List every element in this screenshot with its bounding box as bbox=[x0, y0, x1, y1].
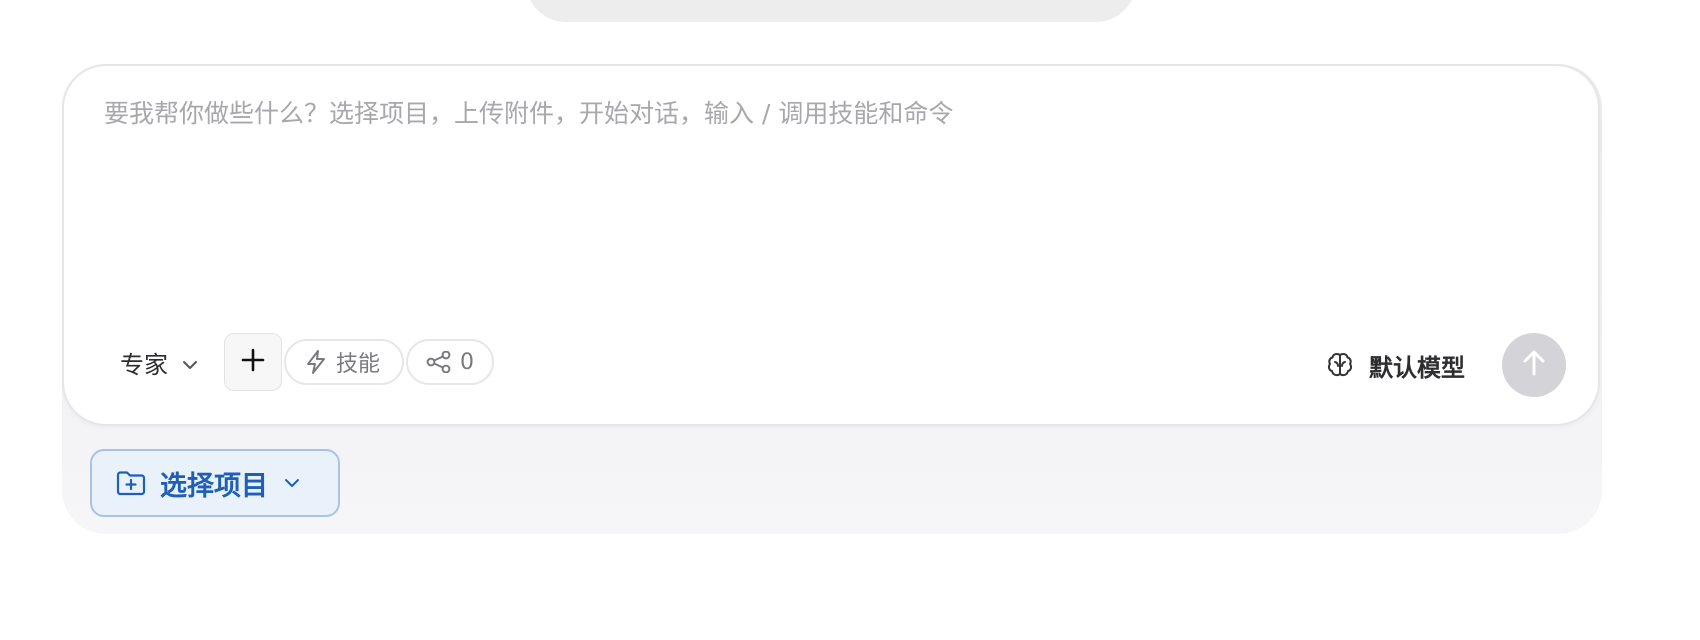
model-select[interactable]: 默认模型 bbox=[1326, 348, 1465, 383]
skill-label: 技能 bbox=[336, 352, 381, 377]
share-count: 0 bbox=[460, 349, 474, 375]
add-attachment-button[interactable] bbox=[224, 333, 282, 391]
lightning-icon bbox=[304, 349, 328, 375]
top-pill-decoration bbox=[526, 0, 1136, 22]
composer-toolbar-right: 默认模型 bbox=[1326, 332, 1566, 398]
arrow-up-icon bbox=[1521, 349, 1547, 381]
model-label: 默认模型 bbox=[1369, 353, 1465, 382]
plus-icon bbox=[241, 348, 265, 376]
composer-toolbar-left: 专家 技能 0 bbox=[104, 333, 494, 391]
chevron-down-icon bbox=[284, 478, 300, 488]
folder-plus-icon bbox=[116, 470, 146, 496]
select-project-button[interactable]: 选择项目 bbox=[90, 449, 340, 517]
share-chip[interactable]: 0 bbox=[406, 339, 494, 385]
mode-label: 专家 bbox=[120, 350, 168, 379]
send-button[interactable] bbox=[1502, 333, 1566, 397]
prompt-input[interactable] bbox=[104, 94, 1544, 294]
composer-box: 专家 技能 0 bbox=[62, 64, 1600, 426]
brain-icon bbox=[1326, 351, 1354, 379]
project-label: 选择项目 bbox=[160, 470, 268, 502]
skill-chip[interactable]: 技能 bbox=[284, 339, 404, 385]
mode-select[interactable]: 专家 bbox=[104, 336, 212, 388]
chevron-down-icon bbox=[182, 348, 198, 376]
share-nodes-icon bbox=[426, 351, 452, 373]
